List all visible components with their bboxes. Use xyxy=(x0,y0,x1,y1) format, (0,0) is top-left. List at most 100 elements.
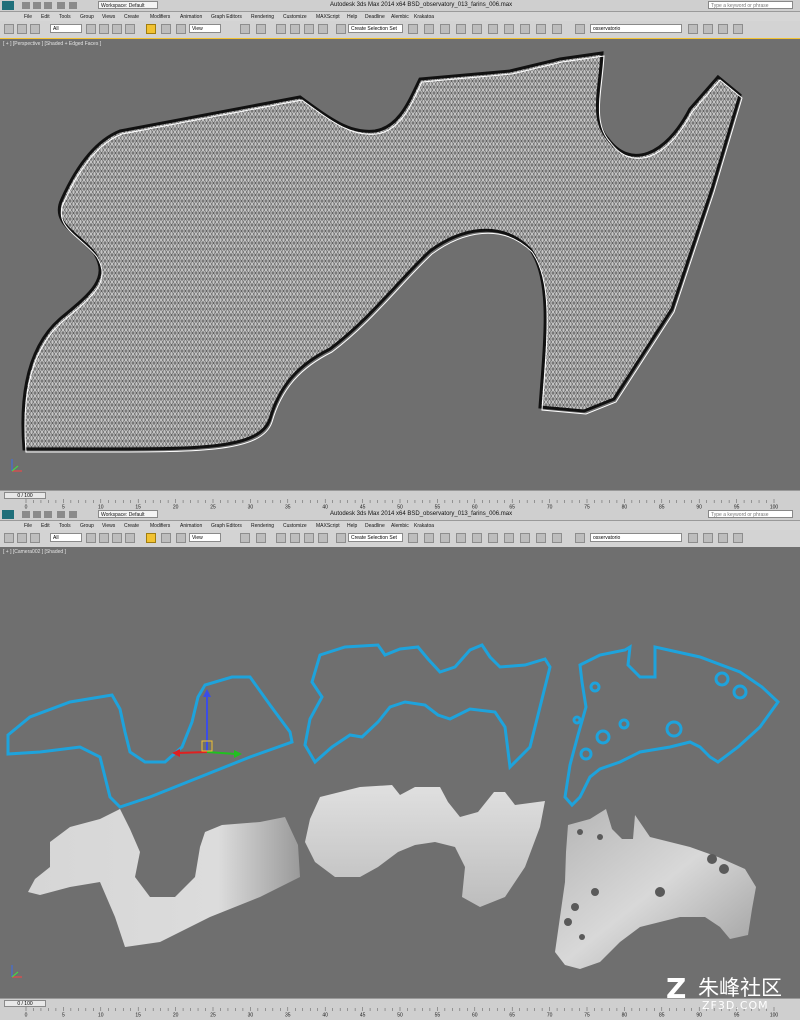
save-file-icon[interactable] xyxy=(44,2,52,9)
undo-icon[interactable] xyxy=(57,511,65,518)
spinner-snap-icon[interactable] xyxy=(318,24,328,34)
select-in-layer-icon[interactable] xyxy=(718,24,728,34)
select-scale-icon[interactable] xyxy=(176,24,186,34)
menu-graph-editors[interactable]: Graph Editors xyxy=(211,523,242,529)
angle-snap-icon[interactable] xyxy=(290,24,300,34)
menu-alembic[interactable]: Alembic xyxy=(391,523,409,529)
percent-snap-icon[interactable] xyxy=(304,24,314,34)
open-file-icon[interactable] xyxy=(33,2,41,9)
snap-toggle-icon[interactable] xyxy=(276,533,286,543)
render-setup-icon[interactable] xyxy=(520,24,530,34)
curve-editor-icon[interactable] xyxy=(472,24,482,34)
app-logo-icon[interactable] xyxy=(2,510,14,519)
reference-coordinate-dropdown[interactable]: View xyxy=(189,24,221,33)
menu-deadline[interactable]: Deadline xyxy=(365,14,385,20)
reference-coordinate-dropdown[interactable]: View xyxy=(189,533,221,542)
app-logo-icon[interactable] xyxy=(2,1,14,10)
render-icon[interactable] xyxy=(552,533,562,543)
menu-group[interactable]: Group xyxy=(80,523,94,529)
selection-filter-dropdown[interactable]: All xyxy=(50,24,82,33)
viewport-label[interactable]: [ + ] [Camera002 ] [Shaded ] xyxy=(3,549,66,555)
spinner-snap-icon[interactable] xyxy=(318,533,328,543)
snap-toggle-icon[interactable] xyxy=(276,24,286,34)
menu-graph-editors[interactable]: Graph Editors xyxy=(211,14,242,20)
select-object-icon[interactable] xyxy=(86,24,96,34)
select-object-icon[interactable] xyxy=(86,533,96,543)
layer-visibility-icon[interactable] xyxy=(575,533,585,543)
selection-region-icon[interactable] xyxy=(112,24,122,34)
menu-rendering[interactable]: Rendering xyxy=(251,14,274,20)
menu-customize[interactable]: Customize xyxy=(283,14,307,20)
layer-visibility-icon[interactable] xyxy=(575,24,585,34)
search-input[interactable]: Type a keyword or phrase xyxy=(708,510,793,518)
menu-views[interactable]: Views xyxy=(102,523,115,529)
menu-krakatoa[interactable]: Krakatoa xyxy=(414,14,434,20)
edit-named-selection-icon[interactable] xyxy=(336,24,346,34)
link-icon[interactable] xyxy=(4,533,14,543)
schematic-view-icon[interactable] xyxy=(488,533,498,543)
edit-named-selection-icon[interactable] xyxy=(336,533,346,543)
menu-modifiers[interactable]: Modifiers xyxy=(150,523,170,529)
select-scale-icon[interactable] xyxy=(176,533,186,543)
menu-file[interactable]: File xyxy=(24,523,32,529)
named-selection-dropdown[interactable]: Create Selection Set xyxy=(348,24,403,33)
layer-manager-icon[interactable] xyxy=(440,24,450,34)
menu-group[interactable]: Group xyxy=(80,14,94,20)
time-slider[interactable]: 0 / 100 xyxy=(4,492,46,499)
spline-middle[interactable] xyxy=(303,643,552,771)
select-in-layer-icon[interactable] xyxy=(718,533,728,543)
align-icon[interactable] xyxy=(424,533,434,543)
window-crossing-icon[interactable] xyxy=(125,533,135,543)
viewport-camera[interactable]: [ + ] [Camera002 ] [Shaded ] xyxy=(0,547,800,998)
select-by-name-icon[interactable] xyxy=(99,533,109,543)
menu-maxscript[interactable]: MAXScript xyxy=(316,523,340,529)
solid-right[interactable] xyxy=(555,809,756,969)
named-selection-dropdown[interactable]: Create Selection Set xyxy=(348,533,403,542)
select-by-name-icon[interactable] xyxy=(99,24,109,34)
menu-rendering[interactable]: Rendering xyxy=(251,523,274,529)
bind-spacewarp-icon[interactable] xyxy=(30,24,40,34)
align-icon[interactable] xyxy=(424,24,434,34)
menu-krakatoa[interactable]: Krakatoa xyxy=(414,523,434,529)
time-slider[interactable]: 0 / 100 xyxy=(4,1000,46,1007)
workspace-dropdown[interactable]: Workspace: Default xyxy=(98,510,158,518)
selection-filter-dropdown[interactable]: All xyxy=(50,533,82,542)
unlink-icon[interactable] xyxy=(17,533,27,543)
add-to-layer-icon[interactable] xyxy=(703,533,713,543)
menu-customize[interactable]: Customize xyxy=(283,523,307,529)
rendered-frame-icon[interactable] xyxy=(536,24,546,34)
set-current-layer-icon[interactable] xyxy=(733,533,743,543)
track-ruler[interactable]: 0 5 10 15 20 25 30 35 40 45 50 55 60 65 70 75 80 85 90 95 10… xyxy=(0,499,800,509)
mirror-icon[interactable] xyxy=(408,533,418,543)
render-icon[interactable] xyxy=(552,24,562,34)
solid-left[interactable] xyxy=(28,809,300,947)
open-file-icon[interactable] xyxy=(33,511,41,518)
mesh-shape[interactable] xyxy=(21,51,742,451)
select-rotate-icon[interactable] xyxy=(161,533,171,543)
link-icon[interactable] xyxy=(4,24,14,34)
wireframe-mesh-view[interactable] xyxy=(0,39,800,491)
graphite-toggle-icon[interactable] xyxy=(456,24,466,34)
unlink-icon[interactable] xyxy=(17,24,27,34)
viewport-perspective[interactable]: [ + ] [Perspective ] [Shaded + Edged Fac… xyxy=(0,38,800,491)
menu-alembic[interactable]: Alembic xyxy=(391,14,409,20)
set-current-layer-icon[interactable] xyxy=(733,24,743,34)
menu-tools[interactable]: Tools xyxy=(59,14,71,20)
material-editor-icon[interactable] xyxy=(504,24,514,34)
menu-tools[interactable]: Tools xyxy=(59,523,71,529)
add-to-layer-icon[interactable] xyxy=(703,24,713,34)
manipulate-icon[interactable] xyxy=(256,24,266,34)
schematic-view-icon[interactable] xyxy=(488,24,498,34)
material-editor-icon[interactable] xyxy=(504,533,514,543)
spline-left[interactable] xyxy=(6,675,294,809)
workspace-dropdown[interactable]: Workspace: Default xyxy=(98,1,158,9)
pivot-center-icon[interactable] xyxy=(240,533,250,543)
selection-region-icon[interactable] xyxy=(112,533,122,543)
new-layer-icon[interactable] xyxy=(688,24,698,34)
layer-manager-icon[interactable] xyxy=(440,533,450,543)
redo-icon[interactable] xyxy=(69,511,77,518)
menu-animation[interactable]: Animation xyxy=(180,523,202,529)
window-crossing-icon[interactable] xyxy=(125,24,135,34)
new-file-icon[interactable] xyxy=(22,2,30,9)
manipulate-icon[interactable] xyxy=(256,533,266,543)
